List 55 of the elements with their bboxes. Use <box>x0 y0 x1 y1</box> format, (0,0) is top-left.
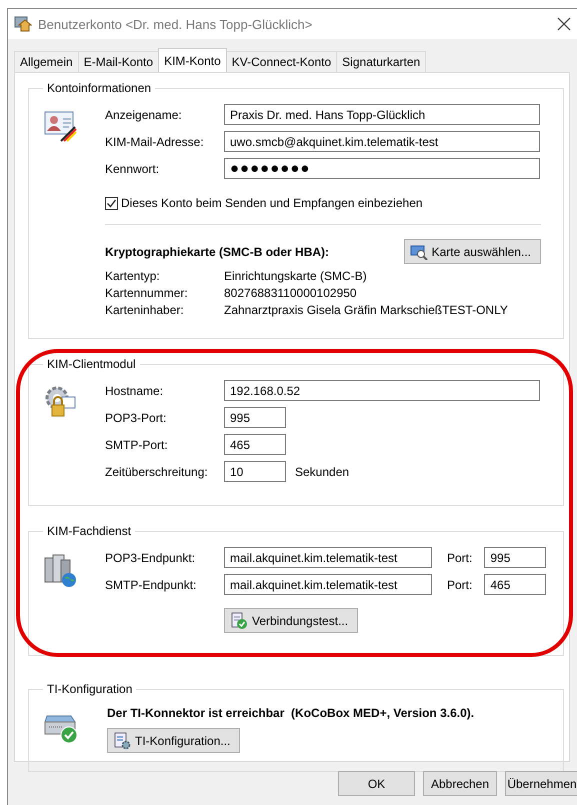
dialog-button[interactable]: Abbrechen <box>423 771 497 796</box>
card-search-icon <box>410 244 428 260</box>
tab[interactable]: Allgemein <box>14 51 79 72</box>
dialog-button[interactable]: Übernehmen <box>505 771 577 796</box>
document-gear-icon <box>113 732 131 750</box>
port-label: Port: <box>447 550 472 564</box>
house-icon <box>14 15 32 33</box>
info-label: Kartennummer: <box>105 286 189 300</box>
input-field[interactable]: 465 <box>224 434 286 455</box>
field-label: SMTP-Endpunkt: <box>105 578 198 592</box>
info-label: Kartentyp: <box>105 268 161 282</box>
input-field[interactable]: 10 <box>224 461 286 482</box>
checkbox[interactable] <box>105 196 118 210</box>
tab[interactable]: Signaturkarten <box>336 51 426 72</box>
input-field[interactable]: uwo.smcb@akquinet.kim.telematik-test <box>224 131 540 152</box>
port-label: Port: <box>447 578 472 592</box>
group-title: KIM-Fachdienst <box>46 524 132 538</box>
gear-lock-icon <box>43 385 77 419</box>
dialog-button[interactable]: OK <box>338 771 415 796</box>
field-label: Anzeigename: <box>105 108 183 122</box>
server-globe-icon <box>43 552 77 588</box>
field-label: Zeitüberschreitung: <box>105 464 209 478</box>
port-field[interactable]: 465 <box>484 574 546 595</box>
field-label: Kennwort: <box>105 162 160 176</box>
close-icon[interactable] <box>557 17 571 31</box>
ti-config-button[interactable]: TI-Konfiguration... <box>107 728 240 753</box>
info-label: Karteninhaber: <box>105 302 185 316</box>
status-text: Der TI-Konnektor ist erreichbar (KoCoBox MED+, Version 3.6.0). <box>107 706 476 720</box>
info-value: Einrichtungskarte (SMC-B) <box>224 268 367 282</box>
tab[interactable]: KIM-Konto <box>158 48 227 72</box>
input-field[interactable]: mail.akquinet.kim.telematik-test <box>224 574 432 595</box>
input-field[interactable]: ●●●●●●●● <box>224 158 540 179</box>
window-title: Benutzerkonto <Dr. med. Hans Topp-Glücklich> <box>38 16 312 32</box>
document-check-icon <box>230 612 248 630</box>
field-label: KIM-Mail-Adresse: <box>105 134 205 148</box>
card-heading: Kryptographiekarte (SMC-B oder HBA): <box>105 244 330 258</box>
field-label: POP3-Endpunkt: <box>105 550 196 564</box>
select-card-button[interactable]: Karte auswählen... <box>404 239 541 264</box>
user-card-icon <box>43 109 77 143</box>
input-field[interactable]: 995 <box>224 407 286 428</box>
group-title: KIM-Clientmodul <box>46 357 137 371</box>
info-value: Zahnarztpraxis Gisela Gräfin MarkschießTEST-ONLY <box>224 302 508 316</box>
input-field[interactable]: mail.akquinet.kim.telematik-test <box>224 547 432 568</box>
field-label: Hostname: <box>105 384 164 398</box>
input-field[interactable]: 192.168.0.52 <box>224 380 540 401</box>
field-label: SMTP-Port: <box>105 438 169 452</box>
group-title: TI-Konfiguration <box>46 682 134 696</box>
input-field[interactable]: Praxis Dr. med. Hans Topp-Glücklich <box>224 104 540 125</box>
group-title: Kontoinformationen <box>46 81 152 95</box>
checkbox-label: Dieses Konto beim Senden und Empfangen einbeziehen <box>121 196 423 210</box>
unit-label: Sekunden <box>295 464 350 478</box>
field-label: POP3-Port: <box>105 410 168 424</box>
port-field[interactable]: 995 <box>484 547 546 568</box>
connection-test-button[interactable]: Verbindungstest... <box>224 608 358 633</box>
info-value: 80276883110000102950 <box>224 286 357 300</box>
